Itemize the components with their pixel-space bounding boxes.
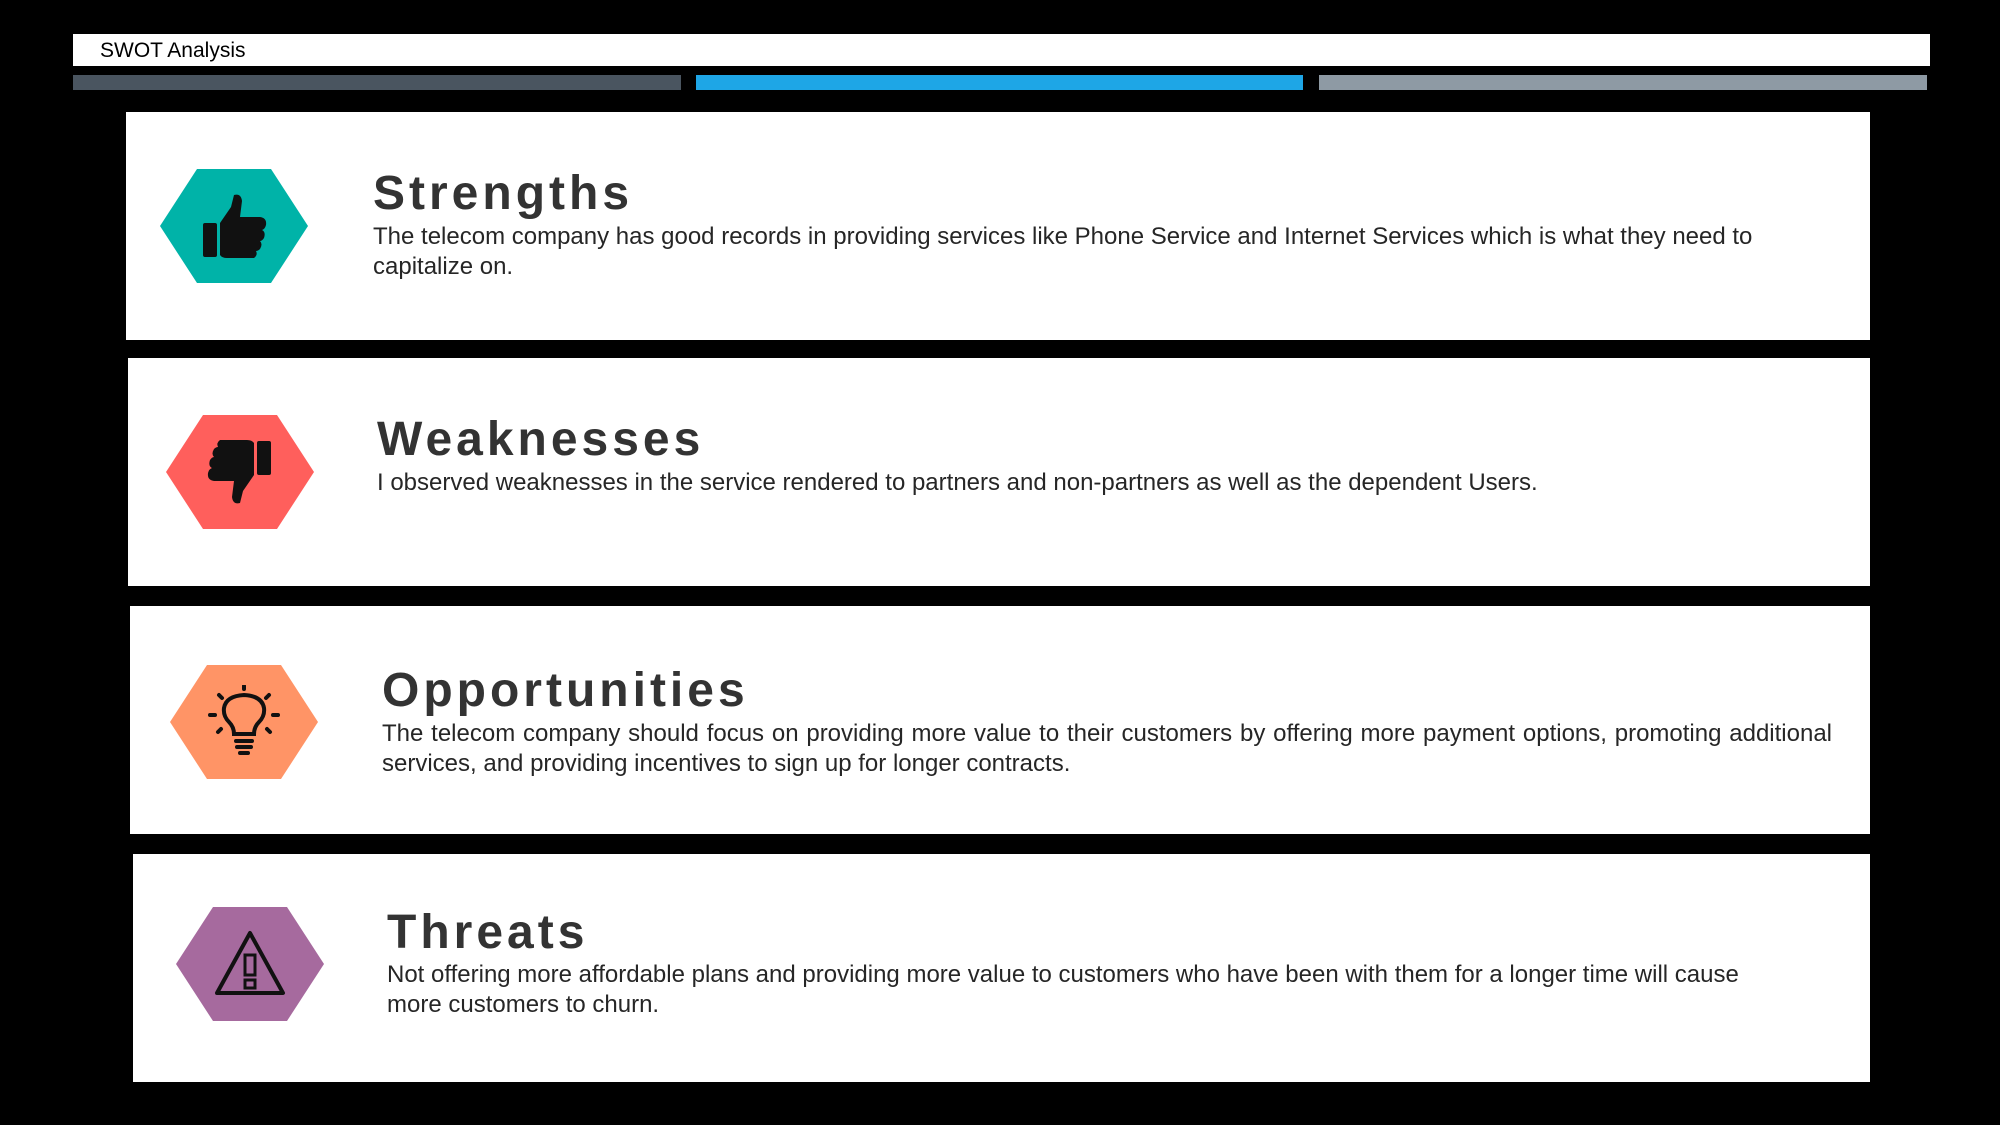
weaknesses-hexagon (166, 415, 314, 529)
strengths-title: Strengths (373, 167, 634, 220)
swot-card-threats: Threats Not offering more affordable pla… (133, 854, 1870, 1082)
weaknesses-title: Weaknesses (377, 413, 705, 466)
lightbulb-icon (208, 685, 280, 755)
threats-hexagon (176, 907, 324, 1021)
strengths-text: The telecom company has good records in … (373, 223, 1753, 280)
threats-text: Not offering more affordable plans and p… (387, 961, 1739, 1018)
strengths-hexagon (160, 169, 308, 283)
thumbs-up-icon (203, 194, 267, 258)
thumbs-down-icon (207, 440, 271, 504)
swot-card-opportunities: Opportunities The telecom company should… (130, 606, 1870, 834)
page-title: SWOT Analysis (100, 39, 246, 62)
opportunities-text: The telecom company should focus on prov… (382, 720, 1832, 777)
threats-title: Threats (387, 906, 589, 959)
warning-icon (215, 931, 285, 995)
title-bar: SWOT Analysis (73, 34, 1930, 66)
swot-card-weaknesses: Weaknesses I observed weaknesses in the … (128, 358, 1870, 586)
accent-bar-2 (696, 75, 1303, 90)
opportunities-title: Opportunities (382, 664, 749, 717)
accent-bar-3 (1319, 75, 1927, 90)
weaknesses-text: I observed weaknesses in the service ren… (377, 469, 1538, 496)
swot-card-strengths: Strengths The telecom company has good r… (126, 112, 1870, 340)
accent-bar-1 (73, 75, 681, 90)
opportunities-hexagon (170, 665, 318, 779)
